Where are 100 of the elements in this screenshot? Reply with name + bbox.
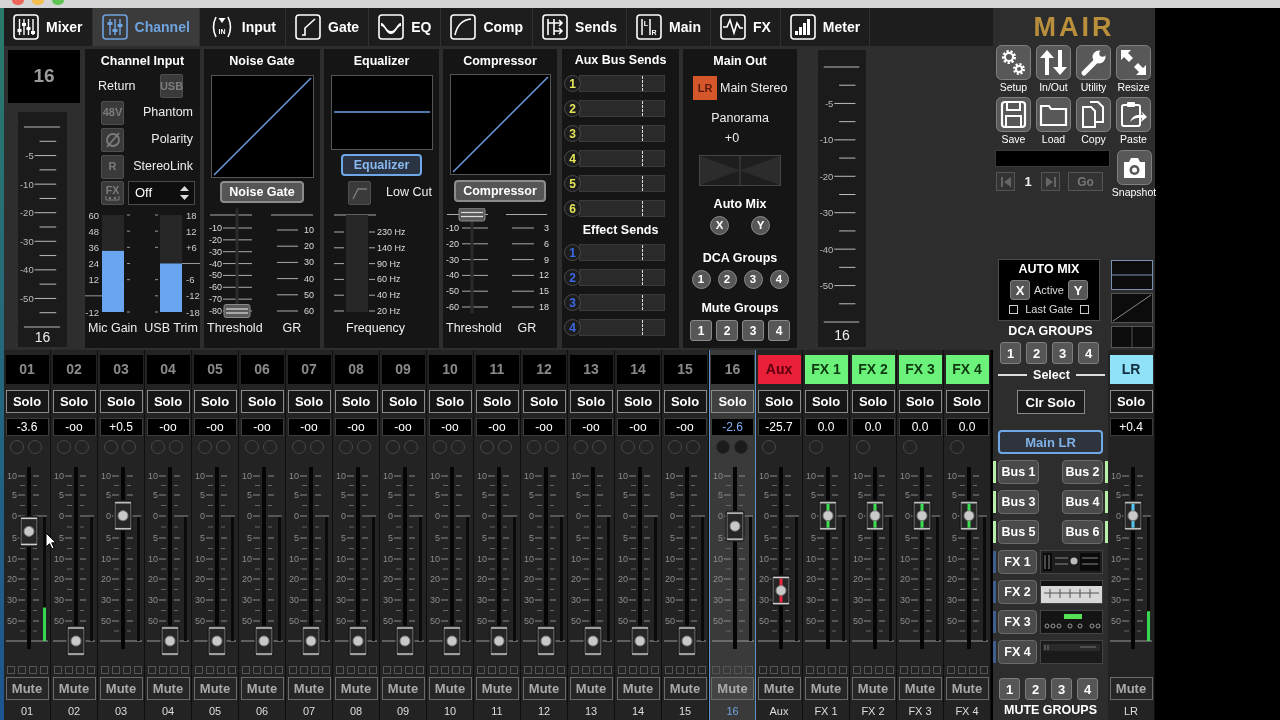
gain-meter[interactable]: [160, 215, 182, 312]
fader-track[interactable]: [818, 467, 838, 649]
tool-button[interactable]: Copy: [1076, 97, 1111, 145]
diagonal-view-icon[interactable]: [1110, 293, 1153, 323]
fader-knob[interactable]: [771, 575, 791, 607]
snapshot-name-field[interactable]: [995, 150, 1110, 167]
mute-group-button[interactable]: 2: [1025, 678, 1046, 700]
solo-button[interactable]: Solo: [804, 390, 848, 413]
mix-select-button[interactable]: Bus 6: [1062, 520, 1103, 544]
snapshot-button[interactable]: Snapshot: [1113, 150, 1155, 198]
mute-group-button[interactable]: 2: [716, 320, 738, 341]
clear-solo-button[interactable]: Clr Solo: [1016, 390, 1085, 414]
mute-group-button[interactable]: 3: [742, 320, 764, 341]
mute-button[interactable]: Mute: [851, 677, 895, 700]
mix-select-button[interactable]: FX 2: [998, 580, 1037, 604]
fader-track[interactable]: [348, 467, 368, 656]
threshold-fader-knob[interactable]: [458, 208, 486, 222]
solo-button[interactable]: Solo: [193, 390, 237, 413]
fader-knob[interactable]: [912, 500, 932, 532]
mute-button[interactable]: Mute: [663, 677, 707, 700]
mute-group-button[interactable]: 1: [999, 678, 1020, 700]
checkbox[interactable]: [1079, 305, 1089, 314]
split-view-icon[interactable]: [1110, 260, 1153, 290]
mute-button[interactable]: Mute: [945, 677, 989, 700]
solo-button[interactable]: Solo: [569, 390, 613, 413]
mute-button[interactable]: Mute: [475, 677, 519, 700]
fader-knob[interactable]: [160, 625, 180, 656]
dca-group-button[interactable]: 3: [743, 270, 763, 289]
mute-button[interactable]: Mute: [757, 677, 801, 700]
mute-button[interactable]: Mute: [804, 677, 848, 700]
mute-button[interactable]: Mute: [616, 677, 660, 700]
dca-group-button[interactable]: 1: [1000, 342, 1021, 364]
dca-group-button[interactable]: 2: [717, 270, 737, 289]
auto-mix-button[interactable]: Y: [1068, 280, 1088, 300]
mix-select-button[interactable]: FX 4: [998, 640, 1037, 664]
fader-knob[interactable]: [301, 625, 321, 656]
dca-group-button[interactable]: 4: [769, 270, 789, 289]
mix-select-button[interactable]: FX 3: [998, 610, 1037, 634]
fader-knob[interactable]: [395, 625, 415, 656]
fader-track[interactable]: [865, 467, 885, 649]
fader-knob[interactable]: [583, 625, 603, 656]
fader-track[interactable]: [1123, 467, 1143, 649]
mute-button[interactable]: Mute: [428, 677, 472, 700]
fx-select[interactable]: Off: [128, 181, 195, 205]
mute-group-button[interactable]: 1: [690, 320, 712, 341]
solo-button[interactable]: Solo: [287, 390, 331, 413]
fader-knob[interactable]: [677, 625, 697, 656]
gain-meter[interactable]: [102, 215, 124, 312]
mix-select-button[interactable]: Main LR: [998, 430, 1103, 454]
solo-button[interactable]: Solo: [616, 390, 660, 413]
fader-knob[interactable]: [207, 625, 227, 656]
mute-group-button[interactable]: 4: [768, 320, 790, 341]
solo-button[interactable]: Solo: [898, 390, 942, 413]
fader-track[interactable]: [254, 467, 274, 656]
tool-button[interactable]: Utility: [1076, 45, 1111, 93]
fader-track[interactable]: [489, 467, 509, 656]
fader-track[interactable]: [771, 467, 791, 649]
frequency-fader-track[interactable]: [346, 215, 368, 312]
mix-select-button[interactable]: FX 1: [998, 550, 1037, 574]
threshold-fader-track[interactable]: [223, 208, 251, 318]
fader-track[interactable]: [19, 467, 39, 649]
dca-group-button[interactable]: 4: [1078, 342, 1099, 364]
fader-knob[interactable]: [19, 515, 39, 547]
fader-track[interactable]: [912, 467, 932, 649]
tool-button[interactable]: In/Out: [1036, 45, 1071, 93]
dca-group-button[interactable]: 3: [1052, 342, 1073, 364]
solo-button[interactable]: Solo: [851, 390, 895, 413]
fader-knob[interactable]: [113, 500, 133, 532]
solo-button[interactable]: Solo: [381, 390, 425, 413]
mute-button[interactable]: Mute: [146, 677, 190, 700]
fader-knob[interactable]: [1123, 500, 1143, 532]
mute-button[interactable]: Mute: [569, 677, 613, 700]
solo-button[interactable]: Solo: [99, 390, 143, 413]
mute-button[interactable]: Mute: [193, 677, 237, 700]
solo-button[interactable]: Solo: [522, 390, 566, 413]
tool-button[interactable]: Paste: [1116, 97, 1151, 145]
fader-track[interactable]: [207, 467, 227, 656]
fader-track[interactable]: [630, 467, 650, 656]
mute-button[interactable]: Mute: [99, 677, 143, 700]
fader-track[interactable]: [301, 467, 321, 656]
fader-track[interactable]: [536, 467, 556, 656]
polarity-button[interactable]: [101, 127, 124, 152]
mute-button[interactable]: Mute: [381, 677, 425, 700]
mix-select-button[interactable]: Bus 2: [1062, 460, 1103, 484]
solo-button[interactable]: Solo: [146, 390, 190, 413]
tool-button[interactable]: Setup: [996, 45, 1031, 93]
fader-track[interactable]: [677, 467, 697, 656]
solo-button[interactable]: Solo: [1109, 390, 1153, 413]
mute-button[interactable]: Mute: [5, 677, 49, 700]
solo-button[interactable]: Solo: [5, 390, 49, 413]
mute-button[interactable]: Mute: [1109, 677, 1153, 700]
solo-button[interactable]: Solo: [334, 390, 378, 413]
gate-toggle-button[interactable]: Noise Gate: [220, 181, 304, 203]
dca-group-button[interactable]: 2: [1026, 342, 1047, 364]
solo-button[interactable]: Solo: [428, 390, 472, 413]
mute-button[interactable]: Mute: [898, 677, 942, 700]
fader-track[interactable]: [442, 467, 462, 656]
fader-track[interactable]: [583, 467, 603, 656]
low-cut-button[interactable]: [348, 180, 371, 205]
mute-button[interactable]: Mute: [334, 677, 378, 700]
